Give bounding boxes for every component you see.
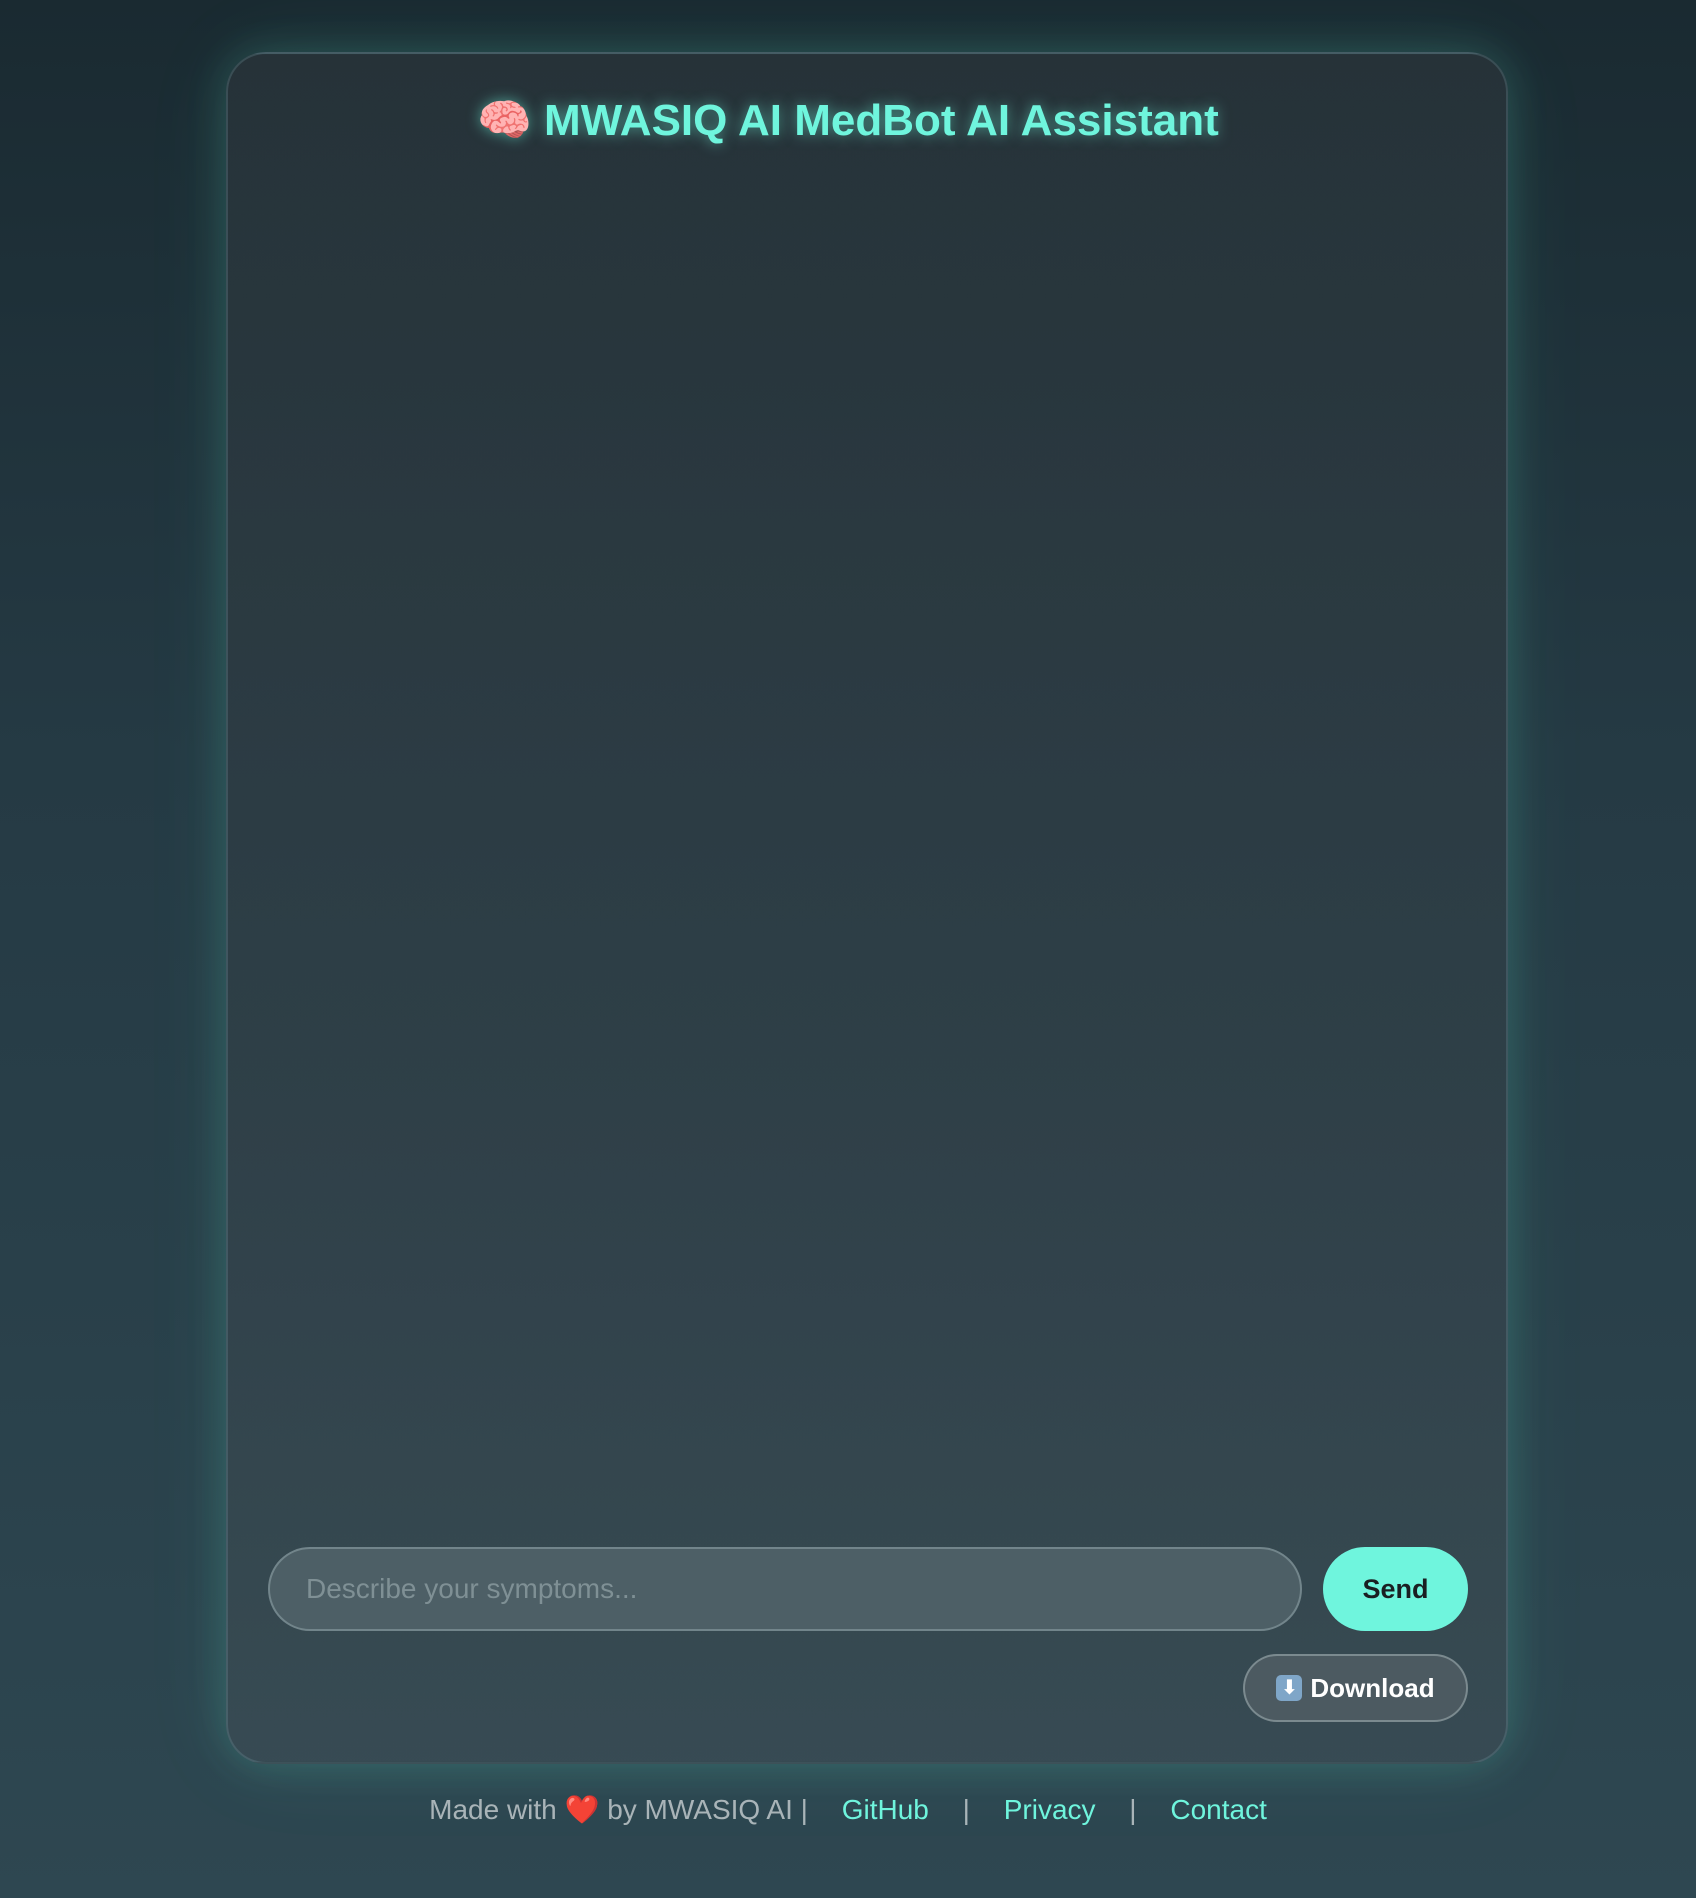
- footer-author: by MWASIQ AI: [607, 1794, 793, 1825]
- page-title: 🧠 MWASIQ AI MedBot AI Assistant: [0, 94, 1696, 146]
- brain-icon: 🧠: [477, 96, 533, 145]
- symptoms-input[interactable]: [270, 1549, 1300, 1629]
- footer-made-with: Made with: [429, 1794, 557, 1825]
- heart-icon: ❤️: [564, 1794, 600, 1825]
- contact-link[interactable]: Contact: [1170, 1794, 1267, 1825]
- page-title-text: MWASIQ AI MedBot AI Assistant: [544, 96, 1219, 145]
- footer-separator: |: [800, 1794, 808, 1825]
- footer-separator: |: [1129, 1794, 1137, 1825]
- send-button[interactable]: Send: [1323, 1547, 1468, 1631]
- footer-separator: |: [962, 1794, 970, 1825]
- github-link[interactable]: GitHub: [842, 1794, 929, 1825]
- download-button[interactable]: ⬇ Download: [1243, 1654, 1468, 1722]
- chat-messages-area[interactable]: [268, 190, 1468, 1520]
- symptoms-input-wrapper: [268, 1547, 1302, 1631]
- footer: Made with ❤️ by MWASIQ AI | GitHub | Pri…: [0, 1793, 1696, 1826]
- download-label: Download: [1310, 1672, 1435, 1703]
- down-arrow-icon: ⬇: [1276, 1675, 1303, 1701]
- privacy-link[interactable]: Privacy: [1004, 1794, 1096, 1825]
